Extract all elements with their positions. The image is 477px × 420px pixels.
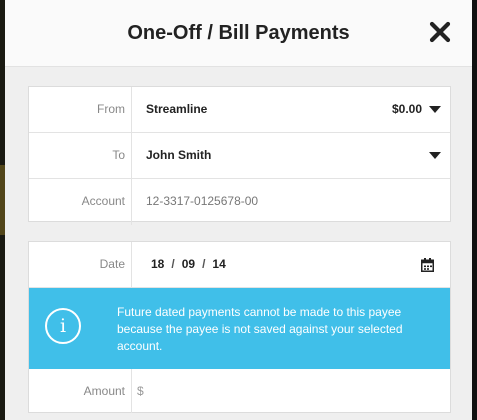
calendar-button[interactable] (421, 258, 434, 272)
schedule-card: Date 18/09/14 i Future dated payments ca… (28, 241, 451, 413)
from-account-balance: $0.00 (391, 102, 422, 116)
amount-row: Amount (29, 369, 450, 413)
dropdown-caret-icon (429, 152, 441, 159)
account-row: Account 12-3317-0125678-00 (29, 179, 450, 225)
date-separator: / (202, 257, 206, 271)
bill-payment-modal: One-Off / Bill Payments From Streamline … (5, 0, 472, 420)
amount-input[interactable] (137, 369, 437, 413)
from-account-name: Streamline (146, 102, 208, 116)
close-button[interactable] (428, 20, 452, 44)
account-label: Account (29, 179, 132, 225)
payee-name: John Smith (146, 148, 212, 162)
date-label: Date (29, 242, 132, 287)
info-banner-text: Future dated payments cannot be made to … (117, 305, 403, 353)
payee-select[interactable]: To John Smith (29, 133, 450, 179)
dropdown-caret-icon (429, 106, 441, 113)
close-icon (429, 21, 451, 43)
date-year[interactable]: 14 (212, 257, 225, 271)
background-edge-right (472, 0, 477, 420)
info-icon: i (45, 308, 81, 344)
amount-label: Amount (29, 369, 132, 413)
date-field[interactable]: 18 / 09 / 14 (151, 242, 226, 287)
date-month[interactable]: 09 (182, 257, 195, 271)
to-label: To (29, 133, 132, 178)
payment-details-card: From Streamline $0.00 To John Smith Acco… (28, 86, 451, 225)
modal-header: One-Off / Bill Payments (5, 0, 472, 67)
from-label: From (29, 87, 132, 132)
date-separator: / (171, 257, 175, 271)
from-account-select[interactable]: From Streamline $0.00 (29, 87, 450, 133)
info-banner: i Future dated payments cannot be made t… (29, 288, 450, 369)
modal-title: One-Off / Bill Payments (127, 22, 350, 44)
date-row: Date 18 / 09 / 14 (29, 242, 450, 288)
calendar-icon (421, 258, 434, 272)
date-day[interactable]: 18 (151, 257, 164, 271)
account-number: 12-3317-0125678-00 (146, 194, 259, 208)
